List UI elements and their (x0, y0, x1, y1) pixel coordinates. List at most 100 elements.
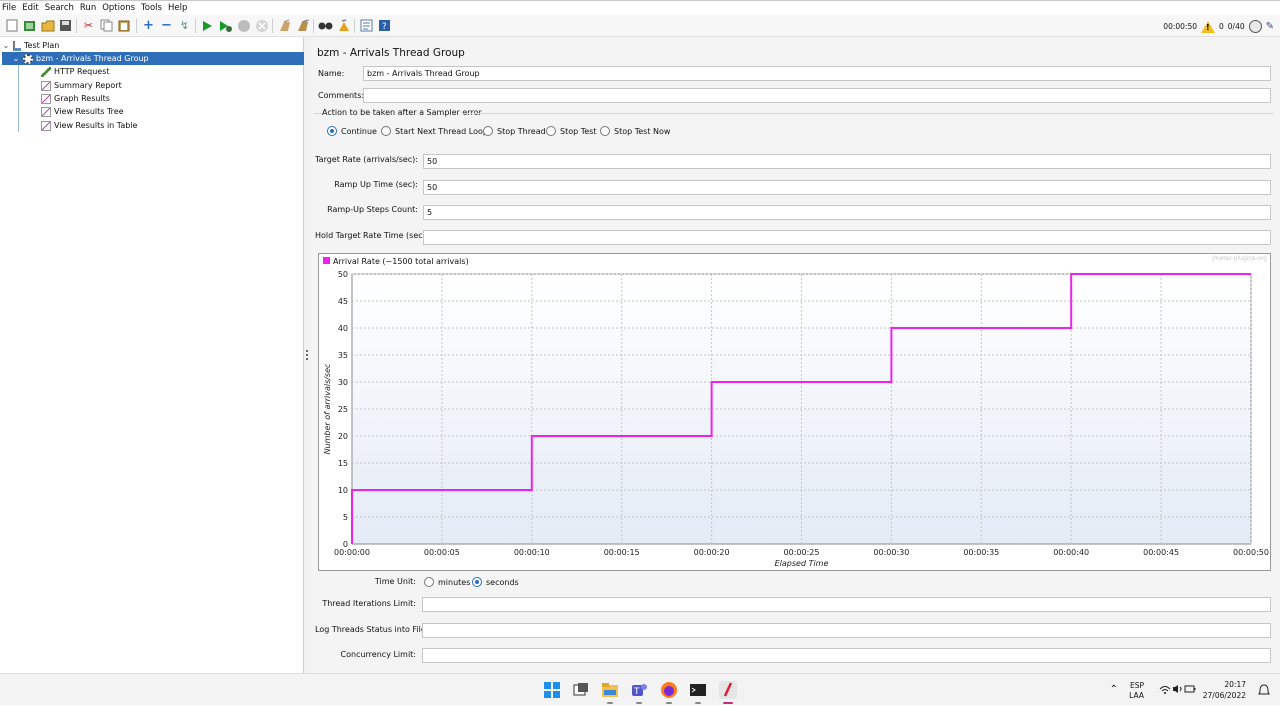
active-threads: 0/40 (1228, 22, 1245, 31)
radio-indicator[interactable] (546, 126, 556, 136)
search-icon[interactable] (318, 18, 333, 33)
cut-icon[interactable]: ✂ (81, 18, 96, 33)
windows-taskbar: T ⌃ ESP LAA 20:17 2 (0, 673, 1280, 705)
keyboard-layout[interactable]: LAA (1129, 691, 1144, 700)
input-language[interactable]: ESP (1130, 681, 1144, 690)
hold-rate-field[interactable] (423, 230, 1271, 245)
radio-indicator[interactable] (483, 126, 493, 136)
new-icon[interactable] (4, 18, 19, 33)
menu-file[interactable]: File (2, 3, 16, 13)
windows-start-icon[interactable] (543, 681, 561, 699)
paste-icon[interactable] (117, 18, 132, 33)
tree-item-view-results-in-table[interactable]: View Results in Table (38, 119, 137, 132)
radio-stop-test[interactable]: Stop Test (546, 126, 596, 136)
reset-search-icon[interactable] (336, 18, 351, 33)
start-icon[interactable] (200, 18, 215, 33)
open-icon[interactable] (40, 18, 55, 33)
volume-icon[interactable] (1172, 684, 1184, 696)
warning-icon[interactable] (1201, 21, 1215, 33)
clear-all-icon[interactable] (295, 18, 310, 33)
copy-icon[interactable] (99, 18, 114, 33)
tree-item-http-request[interactable]: HTTP Request (38, 65, 110, 78)
graph-icon (41, 94, 51, 104)
chevron-down-icon[interactable]: ⌄ (2, 41, 10, 50)
radio-label: Start Next Thread Loop (395, 127, 488, 136)
radio-stop-thread[interactable]: Stop Thread (483, 126, 546, 136)
save-icon[interactable] (58, 18, 73, 33)
collapse-icon[interactable]: − (159, 18, 174, 33)
notification-icon[interactable] (1258, 684, 1270, 698)
tree-item-view-results-tree[interactable]: View Results Tree (38, 105, 124, 118)
help-icon[interactable]: ? (377, 18, 392, 33)
wifi-icon[interactable] (1159, 685, 1171, 698)
radio-seconds[interactable]: seconds (472, 577, 519, 587)
clear-icon[interactable] (277, 18, 292, 33)
run-status: 00:00:50 0 0/40 ✎ (1163, 19, 1274, 34)
toolbar: ✂ + − ↯ ? 00:00:50 0 0/40 ✎ (0, 15, 1280, 37)
firefox-icon[interactable] (660, 681, 678, 699)
remote-status-icon[interactable] (1249, 20, 1262, 33)
thread-group-panel: bzm - Arrivals Thread Group Name: bzm - … (311, 37, 1280, 673)
ramp-up-field[interactable]: 50 (423, 180, 1271, 195)
target-rate-field[interactable]: 50 (423, 154, 1271, 169)
tree-item-summary-report[interactable]: Summary Report (38, 79, 122, 92)
radio-stop-test-now[interactable]: Stop Test Now (600, 126, 670, 136)
tree-item-label: HTTP Request (54, 67, 110, 76)
radio-indicator[interactable] (472, 577, 482, 587)
stop-icon[interactable] (236, 18, 251, 33)
steps-count-field[interactable]: 5 (423, 205, 1271, 220)
toolbar-separator (354, 19, 355, 33)
chevron-up-icon[interactable]: ⌃ (1110, 684, 1118, 695)
elapsed-timer: 00:00:50 (1163, 22, 1197, 31)
chart-canvas: 0510152025303540455000:00:0000:00:0500:0… (319, 254, 1270, 570)
shutdown-icon[interactable] (254, 18, 269, 33)
radio-label: seconds (486, 578, 519, 587)
clock-date[interactable]: 27/06/2022 (1202, 691, 1246, 700)
menu-search[interactable]: Search (45, 3, 74, 13)
iterations-field[interactable] (422, 597, 1271, 612)
concurrency-field[interactable] (422, 648, 1271, 663)
task-view-icon[interactable] (572, 681, 590, 699)
chevron-down-icon[interactable]: ⌄ (12, 54, 20, 63)
start-no-pauses-icon[interactable] (218, 18, 233, 33)
radio-indicator[interactable] (327, 126, 337, 136)
file-explorer-icon[interactable] (601, 681, 619, 699)
clock-time[interactable]: 20:17 (1202, 680, 1246, 689)
log-viewer-icon[interactable]: ✎ (1266, 21, 1274, 32)
radio-indicator[interactable] (381, 126, 391, 136)
y-tick-label: 30 (338, 378, 348, 387)
tree-item-label: View Results Tree (54, 107, 124, 116)
radio-minutes[interactable]: minutes (424, 577, 470, 587)
gear-icon (23, 54, 33, 64)
y-tick-label: 25 (338, 405, 348, 414)
splitter-grip-icon[interactable] (306, 350, 308, 360)
battery-icon[interactable] (1184, 684, 1196, 696)
comments-field[interactable] (363, 88, 1271, 103)
tree-item-label: Graph Results (54, 94, 110, 103)
function-helper-icon[interactable] (359, 18, 374, 33)
tree-item-arrivals-thread-group[interactable]: ⌄ bzm - Arrivals Thread Group (2, 52, 304, 65)
name-field[interactable]: bzm - Arrivals Thread Group (363, 66, 1271, 81)
jmeter-app-icon[interactable] (719, 681, 737, 699)
tree-item-test-plan[interactable]: ⌄ Test Plan (2, 39, 302, 52)
menu-options[interactable]: Options (102, 3, 135, 13)
radio-continue[interactable]: Continue (327, 126, 377, 136)
teams-icon[interactable]: T (630, 681, 648, 699)
toolbar-separator (313, 19, 314, 33)
tree-item-graph-results[interactable]: Graph Results (38, 92, 110, 105)
toggle-icon[interactable]: ↯ (177, 18, 192, 33)
terminal-icon[interactable] (689, 681, 707, 699)
expand-icon[interactable]: + (141, 18, 156, 33)
log-threads-field[interactable] (422, 623, 1271, 638)
x-tick-label: 00:00:35 (963, 548, 999, 557)
radio-start-next-thread-loop[interactable]: Start Next Thread Loop (381, 126, 488, 136)
menu-tools[interactable]: Tools (141, 3, 162, 13)
radio-indicator[interactable] (424, 577, 434, 587)
menu-edit[interactable]: Edit (22, 3, 38, 13)
menu-help[interactable]: Help (168, 3, 187, 13)
radio-indicator[interactable] (600, 126, 610, 136)
templates-icon[interactable] (22, 18, 37, 33)
menu-run[interactable]: Run (80, 3, 96, 13)
y-tick-label: 10 (338, 486, 348, 495)
name-label: Name: (318, 69, 344, 78)
